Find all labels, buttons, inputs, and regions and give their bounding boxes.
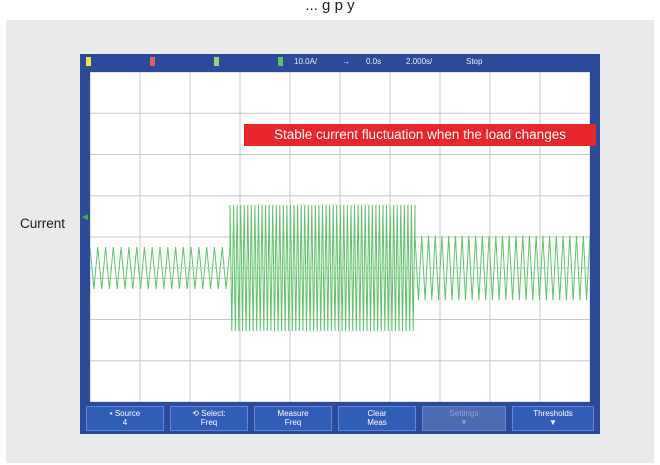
run-state: Stop: [466, 57, 483, 66]
settings-softkey[interactable]: Settings ▼: [422, 406, 506, 431]
down-arrow-icon: ▼: [549, 418, 557, 427]
status-bar: 10.0A/ → 0.0s 2.000s/ Stop: [80, 54, 600, 70]
dot-icon: •: [109, 409, 113, 418]
source-softkey[interactable]: • Source 4: [86, 406, 164, 431]
down-arrow-icon: ▼: [460, 418, 468, 427]
header-fragment: ... g p y: [305, 0, 355, 14]
trigger-delay: 0.0s: [366, 57, 382, 66]
channel-2-indicator[interactable]: [150, 57, 155, 66]
ground-marker-icon: ◄: [80, 212, 90, 223]
waveform-display: [90, 72, 590, 402]
vertical-scale: 10.0A/: [294, 57, 318, 66]
current-label: Current: [20, 216, 66, 231]
softkey-bar: • Source 4 ⟲ Select: Freq Measure Freq C…: [80, 403, 600, 434]
timebase: 2.000s/: [406, 57, 433, 66]
knob-icon: ⟲: [192, 409, 199, 418]
channel-4-indicator[interactable]: [278, 57, 283, 66]
thresholds-softkey[interactable]: Thresholds ▼: [512, 406, 594, 431]
clear-meas-softkey[interactable]: Clear Meas: [338, 406, 416, 431]
measure-softkey[interactable]: Measure Freq: [254, 406, 332, 431]
channel-3-indicator[interactable]: [214, 57, 219, 66]
oscilloscope-screen: 10.0A/ → 0.0s 2.000s/ Stop • Source 4 ⟲ …: [80, 54, 600, 434]
select-softkey[interactable]: ⟲ Select: Freq: [170, 406, 248, 431]
channel-1-indicator[interactable]: [86, 57, 91, 66]
annotation-callout: Stable current fluctuation when the load…: [244, 124, 596, 146]
arrow-icon: →: [342, 57, 350, 66]
